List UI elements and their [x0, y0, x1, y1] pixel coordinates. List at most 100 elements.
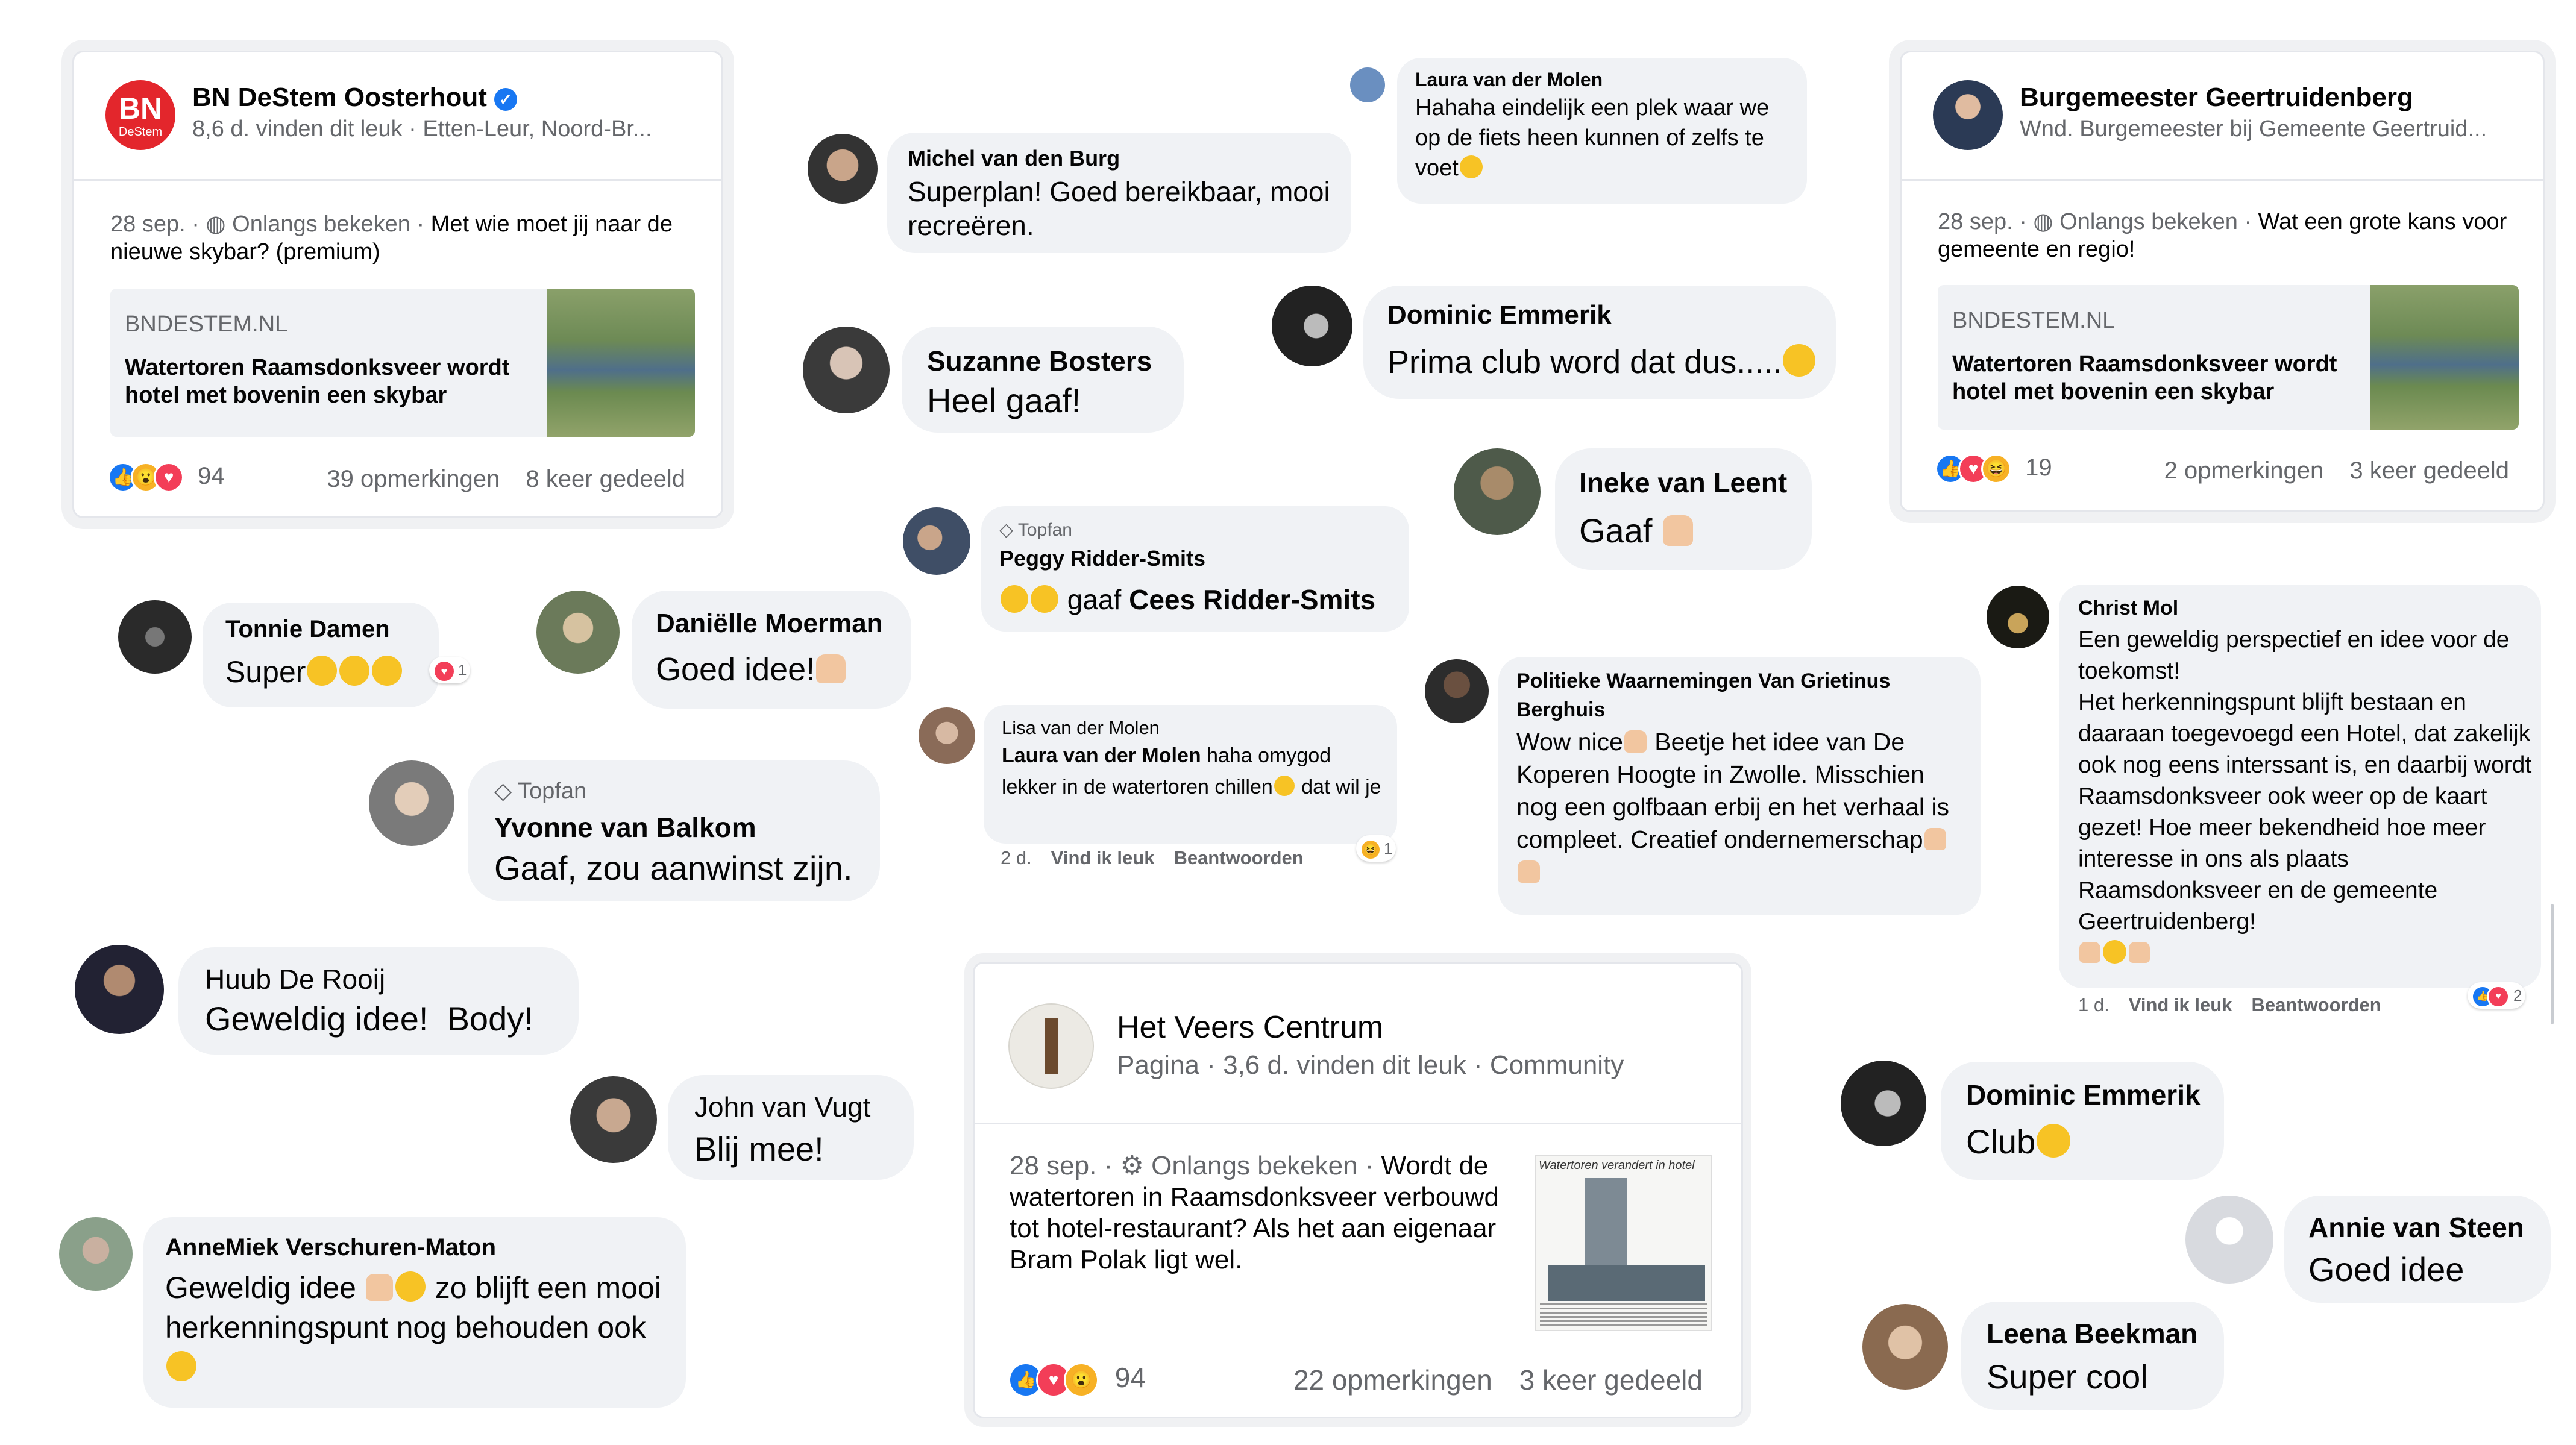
- avatar-huub[interactable]: [75, 945, 164, 1034]
- comment-count[interactable]: 39 opmerkingen: [327, 466, 500, 492]
- avatar-john[interactable]: [570, 1076, 657, 1163]
- comment-author[interactable]: Tonnie Damen: [225, 616, 390, 643]
- bn-destem-logo[interactable]: BN DeStem: [105, 80, 175, 150]
- avatar-lisa[interactable]: [919, 707, 975, 764]
- post-date[interactable]: 28 sep. ·: [110, 212, 206, 237]
- comment-bubble-danielle: Daniëlle Moerman Goed idee!: [632, 591, 911, 709]
- smiley-emoji: [2103, 939, 2127, 964]
- post-seen: Onlangs bekeken ·: [232, 212, 431, 237]
- comment-count[interactable]: 22 opmerkingen: [1293, 1364, 1492, 1396]
- post-date[interactable]: 28 sep. ·: [1938, 209, 2033, 234]
- topfan-badge: ◇ Topfan: [494, 779, 587, 804]
- comment-reaction-badge[interactable]: ♥ 1: [429, 657, 471, 683]
- avatar-leena[interactable]: [1862, 1304, 1948, 1390]
- comment-author[interactable]: Huub De Rooij: [205, 963, 385, 995]
- avatar-dominic[interactable]: [1272, 286, 1352, 366]
- post-body: 28 sep. · ⚙ Onlangs bekeken · Wordt de w…: [1010, 1150, 1504, 1276]
- comment-reaction-badge[interactable]: 😆 1: [1356, 835, 1396, 862]
- comment-actions: 2 d. Vind ik leuk Beantwoorden: [1001, 847, 1304, 869]
- comment-author[interactable]: Yvonne van Balkom: [494, 811, 756, 844]
- comment-author[interactable]: John van Vugt: [694, 1091, 870, 1123]
- post-card-bn-destem: BN DeStem BN DeStem Oosterhout ✓ 8,6 d. …: [72, 51, 723, 518]
- post-comment-share-counts: 2 opmerkingen 3 keer gedeeld: [2164, 457, 2509, 484]
- avatar-tonnie[interactable]: [118, 600, 192, 674]
- comment-actions: 1 d. Vind ik leuk Beantwoorden: [2078, 994, 2381, 1016]
- comment-reaction-badge[interactable]: 👍 ♥ 2: [2468, 982, 2526, 1009]
- smiley-emoji: [395, 1271, 426, 1302]
- comment-author[interactable]: Daniëlle Moerman: [656, 609, 883, 639]
- avatar-politiek[interactable]: [1425, 659, 1489, 723]
- avatar-laura[interactable]: [1350, 67, 1385, 102]
- comment-author[interactable]: Peggy Ridder-Smits: [999, 546, 1205, 571]
- comment-time[interactable]: 2 d.: [1001, 847, 1032, 868]
- link-preview-card[interactable]: BNDESTEM.NL Watertoren Raamsdonksveer wo…: [1938, 285, 2519, 430]
- thumbs-up-emoji: [2079, 941, 2101, 963]
- comment-bubble-annemiek: AnneMiek Verschuren-Maton Geweldig idee …: [143, 1217, 686, 1408]
- comment-bubble-lisa: Lisa van der Molen Laura van der Molen h…: [984, 705, 1397, 844]
- veers-centrum-avatar[interactable]: [1008, 1003, 1094, 1089]
- avatar-peggy[interactable]: [903, 507, 970, 575]
- comment-author[interactable]: Christ Mol: [2078, 597, 2178, 620]
- post-reactions[interactable]: 👍 ♥ 😆 19: [1935, 454, 2052, 484]
- link-preview-card[interactable]: BNDESTEM.NL Watertoren Raamsdonksveer wo…: [110, 289, 695, 437]
- like-action[interactable]: Vind ik leuk: [2129, 994, 2232, 1015]
- comment-author[interactable]: Lisa van der Molen: [1002, 717, 1160, 739]
- haha-reaction-icon: 😆: [1981, 454, 2011, 484]
- post-author-name[interactable]: Het Veers Centrum: [1117, 1009, 1383, 1045]
- newspaper-thumbnail-image[interactable]: Watertoren verandert in hotel: [1535, 1155, 1712, 1331]
- share-count[interactable]: 3 keer gedeeld: [1519, 1364, 1703, 1396]
- comment-text: Club: [1966, 1122, 2072, 1161]
- comment-author[interactable]: Ineke van Leent: [1579, 466, 1787, 499]
- comment-text: Blij mee!: [694, 1130, 824, 1168]
- scrollbar[interactable]: [2551, 904, 2554, 1024]
- comment-author[interactable]: Politieke Waarnemingen Van Grietinus Ber…: [1516, 666, 1950, 724]
- post-body: 28 sep. · ◍ Onlangs bekeken · Met wie mo…: [110, 210, 695, 266]
- comment-author[interactable]: AnneMiek Verschuren-Maton: [165, 1234, 496, 1261]
- comment-author[interactable]: Annie van Steen: [2308, 1211, 2524, 1244]
- crazy-face-emoji: [1783, 344, 1816, 377]
- comment-bubble-annie: Annie van Steen Goed idee: [2284, 1196, 2551, 1303]
- avatar-dominic[interactable]: [1841, 1061, 1926, 1146]
- wow-emoji: [1001, 585, 1028, 613]
- comment-text: Super cool: [1987, 1358, 2148, 1396]
- comment-time[interactable]: 1 d.: [2078, 994, 2109, 1015]
- comment-bubble-tonnie: Tonnie Damen Super: [203, 603, 439, 707]
- burgemeester-avatar[interactable]: [1933, 80, 2003, 150]
- post-divider: [74, 179, 721, 181]
- avatar-suzanne[interactable]: [803, 327, 890, 413]
- reply-action[interactable]: Beantwoorden: [2251, 994, 2381, 1015]
- avatar-ineke[interactable]: [1454, 448, 1541, 535]
- comment-author[interactable]: Michel van den Burg: [908, 146, 1120, 171]
- avatar-danielle[interactable]: [536, 591, 620, 674]
- comment-text: Superplan! Goed bereikbaar, mooi recreër…: [908, 176, 1330, 241]
- avatar-christ[interactable]: [1987, 586, 2049, 648]
- thumbs-up-emoji: [365, 1274, 393, 1301]
- like-action[interactable]: Vind ik leuk: [1051, 847, 1155, 868]
- comment-author[interactable]: Laura van der Molen: [1415, 69, 1603, 91]
- avatar-michel[interactable]: [808, 134, 878, 204]
- share-count[interactable]: 8 keer gedeeld: [526, 466, 685, 492]
- comment-author[interactable]: Dominic Emmerik: [1387, 300, 1612, 330]
- avatar-annemiek[interactable]: [59, 1217, 133, 1291]
- post-date[interactable]: 28 sep. ·: [1010, 1151, 1120, 1180]
- comment-author[interactable]: Dominic Emmerik: [1966, 1079, 2201, 1111]
- comment-text: Goed idee: [2308, 1250, 2464, 1288]
- comment-author[interactable]: Suzanne Bosters: [927, 345, 1152, 377]
- thumbs-up-emoji: [1924, 828, 1947, 851]
- post-author-name[interactable]: BN DeStem Oosterhout ✓: [192, 83, 518, 113]
- post-author-name[interactable]: Burgemeester Geertruidenberg: [2020, 83, 2413, 113]
- sunglasses-emoji: [372, 656, 403, 686]
- wow-reaction-icon: 😮: [1064, 1362, 1099, 1397]
- comment-text: Prima club word dat dus.....: [1387, 343, 1817, 381]
- mention-link[interactable]: Laura van der Molen: [1002, 744, 1201, 767]
- comment-count[interactable]: 2 opmerkingen: [2164, 457, 2324, 484]
- reply-action[interactable]: Beantwoorden: [1173, 847, 1303, 868]
- mention-link[interactable]: Cees Ridder-Smits: [1129, 584, 1375, 615]
- comment-author[interactable]: Leena Beekman: [1987, 1317, 2197, 1350]
- share-count[interactable]: 3 keer gedeeld: [2349, 457, 2509, 484]
- post-reactions[interactable]: 👍 ♥ 😮 94: [1008, 1361, 1146, 1397]
- avatar-yvonne[interactable]: [369, 760, 454, 846]
- post-reactions[interactable]: 👍 😮 ♥ 94: [108, 462, 225, 492]
- globe-icon: ◍: [206, 212, 233, 237]
- avatar-annie-placeholder[interactable]: [2185, 1196, 2273, 1284]
